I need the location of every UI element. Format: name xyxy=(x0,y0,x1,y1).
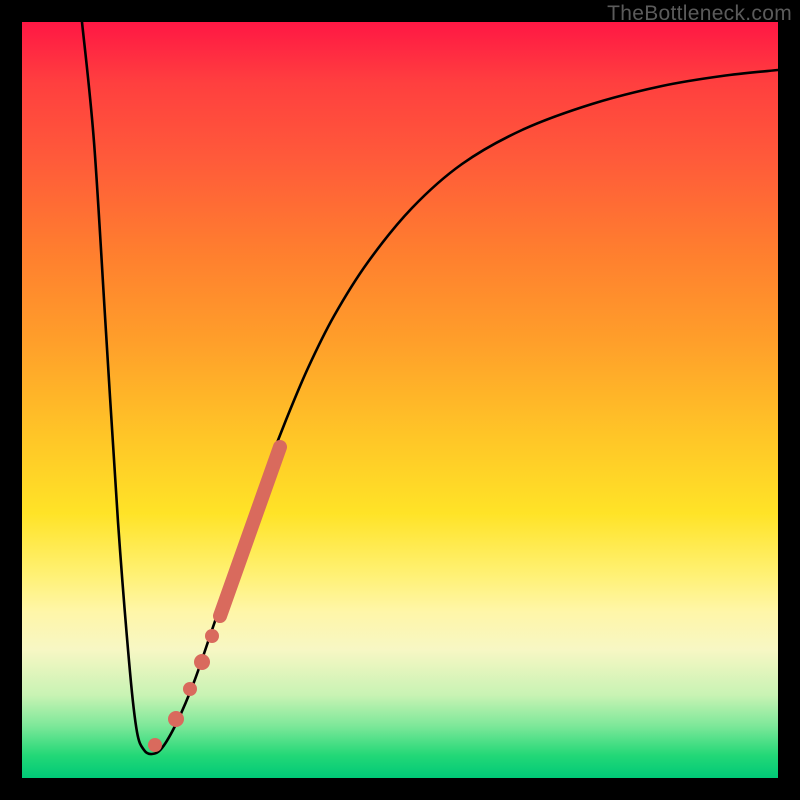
curve-layer xyxy=(22,22,778,778)
bottleneck-curve xyxy=(82,22,778,754)
dot-3 xyxy=(183,682,197,696)
chart-frame: TheBottleneck.com xyxy=(0,0,800,800)
plot-area xyxy=(22,22,778,778)
dot-2 xyxy=(168,711,184,727)
highlight-segment xyxy=(220,447,280,616)
watermark-text: TheBottleneck.com xyxy=(607,2,792,26)
dot-4 xyxy=(194,654,210,670)
dot-1 xyxy=(148,738,162,752)
dot-5 xyxy=(205,629,219,643)
marker-dots xyxy=(148,629,219,752)
